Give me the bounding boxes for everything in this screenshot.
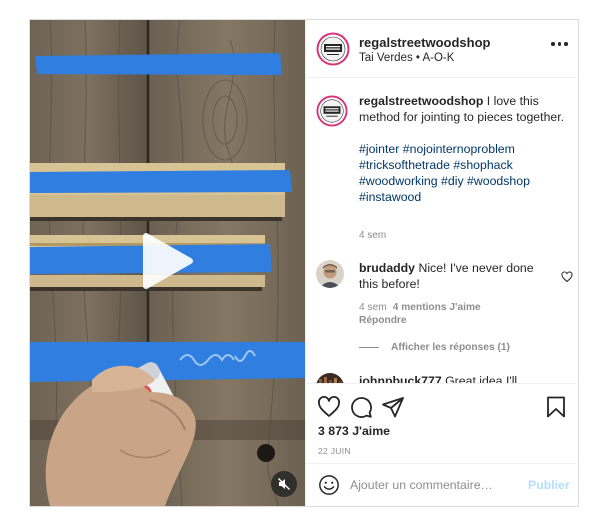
muted-speaker-icon — [278, 478, 290, 490]
comments-list[interactable]: regalstreetwoodshop I love this method f… — [306, 79, 579, 383]
post-date[interactable]: 22 JUIN — [318, 446, 351, 456]
hashtag-link[interactable]: #diy — [441, 174, 464, 188]
mute-toggle-button[interactable] — [271, 471, 297, 497]
reply-button[interactable]: Répondre — [359, 315, 407, 326]
user-photo-icon — [316, 373, 344, 383]
save-button[interactable] — [544, 395, 568, 419]
post-sidebar: regalstreetwoodshop Tai Verdes • A-O-K r… — [305, 20, 579, 506]
smiley-icon — [319, 475, 339, 495]
dot-icon — [557, 42, 561, 46]
play-button[interactable] — [142, 232, 194, 290]
post-location[interactable]: Tai Verdes • A-O-K — [359, 52, 454, 64]
caption-text: regalstreetwoodshop I love this method f… — [359, 93, 573, 125]
hashtag-link[interactable]: #nojointernoproblem — [403, 142, 515, 156]
caption-timestamp[interactable]: 4 sem — [359, 230, 386, 241]
publish-button[interactable]: Publier — [528, 478, 570, 492]
hashtag-link[interactable]: #jointer — [359, 142, 399, 156]
share-button[interactable] — [381, 395, 405, 419]
more-options-button[interactable] — [551, 39, 571, 49]
hashtag-link[interactable]: #woodworking — [359, 174, 438, 188]
hashtag-link[interactable]: #tricksofthetrade — [359, 158, 450, 172]
comment-username[interactable]: brudaddy — [359, 261, 415, 275]
user-photo-icon — [316, 260, 344, 288]
view-replies-label: Afficher les réponses (1) — [391, 342, 510, 353]
comment-input[interactable] — [350, 473, 520, 497]
post-actions: 3 873 J'aime 22 JUIN — [306, 383, 579, 463]
view-replies-button[interactable]: Afficher les réponses (1) — [359, 342, 510, 353]
comment-like-button[interactable] — [561, 270, 573, 283]
account-avatar[interactable] — [316, 32, 350, 66]
comment-username[interactable]: johnpbuck777 — [359, 374, 442, 383]
heart-icon — [561, 271, 573, 283]
dot-icon — [564, 42, 568, 46]
instagram-post: regalstreetwoodshop Tai Verdes • A-O-K r… — [29, 19, 579, 507]
post-header: regalstreetwoodshop Tai Verdes • A-O-K — [306, 20, 579, 78]
commenter-avatar[interactable] — [316, 260, 344, 288]
comment-likes[interactable]: 4 mentions J'aime — [393, 302, 481, 313]
paper-plane-icon — [382, 397, 404, 418]
regal-street-woodshop-logo-icon — [316, 95, 348, 127]
comment-text: johnpbuck777 Great idea I'll have to try… — [359, 373, 539, 383]
likes-count[interactable]: 3 873 J'aime — [318, 424, 390, 438]
play-icon — [143, 233, 193, 289]
account-username[interactable]: regalstreetwoodshop — [359, 35, 490, 50]
emoji-picker-button[interactable] — [318, 474, 340, 496]
divider-line — [359, 347, 379, 348]
caption-hashtags: #jointer #nojointernoproblem #tricksofth… — [359, 141, 573, 205]
hashtag-link[interactable]: #woodshop — [467, 174, 530, 188]
heart-icon — [318, 396, 340, 417]
bookmark-icon — [547, 396, 565, 418]
comment-text: brudaddy Nice! I've never done this befo… — [359, 260, 539, 292]
caption-username[interactable]: regalstreetwoodshop — [359, 94, 483, 108]
like-button[interactable] — [317, 395, 341, 419]
comment-meta: 4 sem 4 mentions J'aime — [359, 302, 481, 313]
post-video[interactable] — [30, 20, 305, 506]
commenter-avatar[interactable] — [316, 373, 344, 383]
comment-timestamp[interactable]: 4 sem — [359, 302, 387, 313]
hashtag-link[interactable]: #instawood — [359, 190, 421, 204]
caption-avatar[interactable] — [316, 95, 348, 127]
regal-street-woodshop-logo-icon — [316, 32, 350, 66]
hashtag-link[interactable]: #shophack — [453, 158, 512, 172]
comment-button[interactable] — [349, 395, 373, 419]
comment-icon — [351, 397, 372, 418]
add-comment-bar: Publier — [306, 463, 579, 506]
dot-icon — [551, 42, 555, 46]
